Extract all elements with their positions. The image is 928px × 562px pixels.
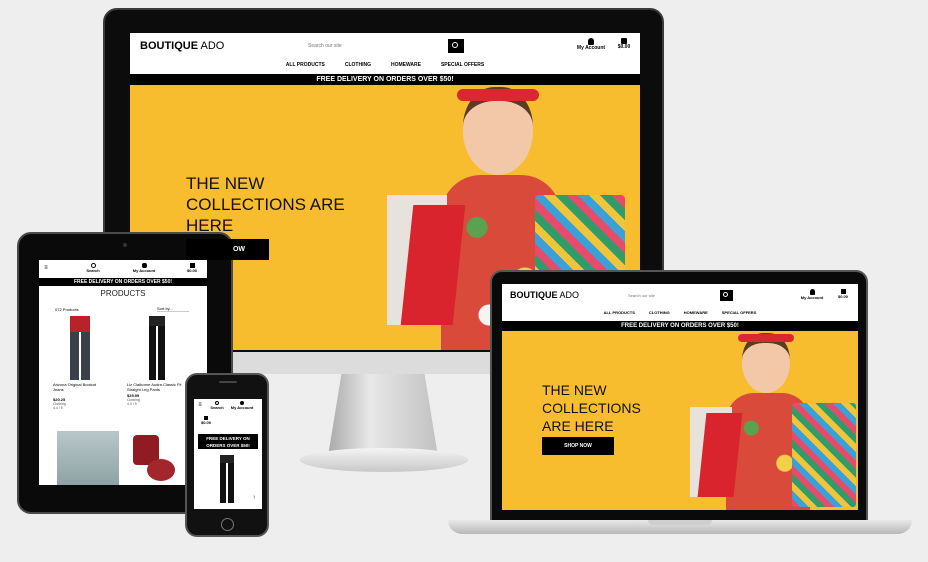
laptop-delivery-banner: FREE DELIVERY ON ORDERS OVER $50! (502, 321, 858, 331)
laptop-main-nav: ALL PRODUCTS CLOTHING HOMEWARE SPECIAL O… (502, 310, 858, 315)
tablet-search-button[interactable]: Search (83, 263, 103, 273)
product-name: Liz Claiborne Audra Classic Fit Straight… (127, 382, 182, 392)
products-heading: PRODUCTS (100, 289, 146, 298)
laptop-base (448, 520, 912, 534)
laptop-screen: BOUTIQUE ADO Search our site My Account … (502, 284, 858, 510)
product-image-bedding[interactable] (57, 431, 119, 485)
phone-menu-button[interactable]: ≡ (196, 402, 204, 408)
phone-screen: ≡ Search My Account $0.00 FREE DELIVERY … (194, 399, 262, 509)
tablet-account-button[interactable]: My Account (131, 263, 157, 273)
nav-clothing[interactable]: CLOTHING (649, 310, 670, 315)
user-icon (588, 38, 594, 45)
laptop-search-button[interactable] (720, 290, 733, 301)
laptop-hero-heading: THE NEW COLLECTIONS ARE HERE (542, 382, 641, 434)
nav-homeware[interactable]: HOMEWARE (684, 310, 708, 315)
monitor-base (300, 448, 468, 472)
laptop-hero-section: THE NEW COLLECTIONS ARE HERE SHOP NOW (502, 331, 858, 510)
nav-all-products[interactable]: ALL PRODUCTS (286, 62, 325, 68)
product-image-pants (143, 316, 171, 380)
search-input[interactable]: Search our site (306, 40, 446, 52)
phone-home-button[interactable] (221, 518, 234, 531)
product-image-dishes[interactable] (129, 431, 187, 485)
nav-clothing[interactable]: CLOTHING (345, 62, 371, 68)
laptop-hero-woman-image (688, 331, 858, 510)
product-name: Arizona Original Bootcut Jeans (53, 382, 97, 392)
search-button[interactable] (448, 39, 464, 53)
tablet-menu-button[interactable]: ≡ (42, 265, 50, 271)
nav-all-products[interactable]: ALL PRODUCTS (604, 310, 635, 315)
sort-select[interactable]: Sort by... (157, 306, 189, 312)
phone-product-image[interactable] (216, 455, 238, 503)
tablet-camera (123, 243, 127, 247)
product-rating: 4.4 / 5 (53, 406, 63, 410)
phone-search-button[interactable]: Search (208, 401, 226, 410)
phone-cart-button[interactable]: $0.00 (198, 416, 214, 425)
nav-special-offers[interactable]: SPECIAL OFFERS (441, 62, 484, 68)
cart-button[interactable]: $0.00 (614, 38, 634, 50)
search-icon (723, 292, 728, 297)
tablet-delivery-banner: FREE DELIVERY ON ORDERS OVER $50! (39, 278, 207, 286)
brand-logo[interactable]: BOUTIQUE ADO (140, 40, 224, 52)
hero-heading: THE NEW COLLECTIONS ARE HERE (186, 174, 345, 235)
nav-special-offers[interactable]: SPECIAL OFFERS (722, 310, 757, 315)
laptop-account-button[interactable]: My Account (798, 289, 826, 300)
search-icon (452, 42, 458, 48)
phone-account-button[interactable]: My Account (230, 401, 254, 410)
laptop-brand-logo[interactable]: BOUTIQUE ADO (510, 290, 579, 300)
tablet-cart-button[interactable]: $0.00 (183, 263, 201, 273)
product-count: 072 Products (55, 307, 79, 312)
cart-total: $0.00 (617, 44, 631, 50)
shop-now-button[interactable]: OW (186, 239, 269, 260)
laptop-search-input[interactable]: Search our site (626, 291, 716, 301)
delivery-banner: FREE DELIVERY ON ORDERS OVER $50! (130, 74, 640, 85)
phone-delivery-banner: FREE DELIVERY ON ORDERS OVER $50! (198, 434, 258, 449)
product-card[interactable]: Arizona Original Bootcut Jeans $20.25 Cl… (53, 316, 107, 410)
scroll-top-arrow-icon[interactable]: ↑ (250, 495, 258, 501)
account-button[interactable]: My Account (574, 38, 608, 51)
laptop-cart-button[interactable]: $0.00 (834, 289, 852, 299)
tablet-screen: ≡ Search My Account $0.00 FREE DELIVERY … (39, 260, 207, 485)
product-rating: 4.0 / 5 (127, 402, 137, 406)
laptop-shop-now-button[interactable]: SHOP NOW (542, 437, 614, 455)
monitor-stand (328, 374, 438, 454)
main-nav: ALL PRODUCTS CLOTHING HOMEWARE SPECIAL O… (130, 62, 640, 68)
product-card[interactable]: Liz Claiborne Audra Classic Fit Straight… (127, 316, 187, 406)
account-label: My Account (576, 45, 606, 51)
product-image-jeans (64, 316, 96, 380)
nav-homeware[interactable]: HOMEWARE (391, 62, 421, 68)
